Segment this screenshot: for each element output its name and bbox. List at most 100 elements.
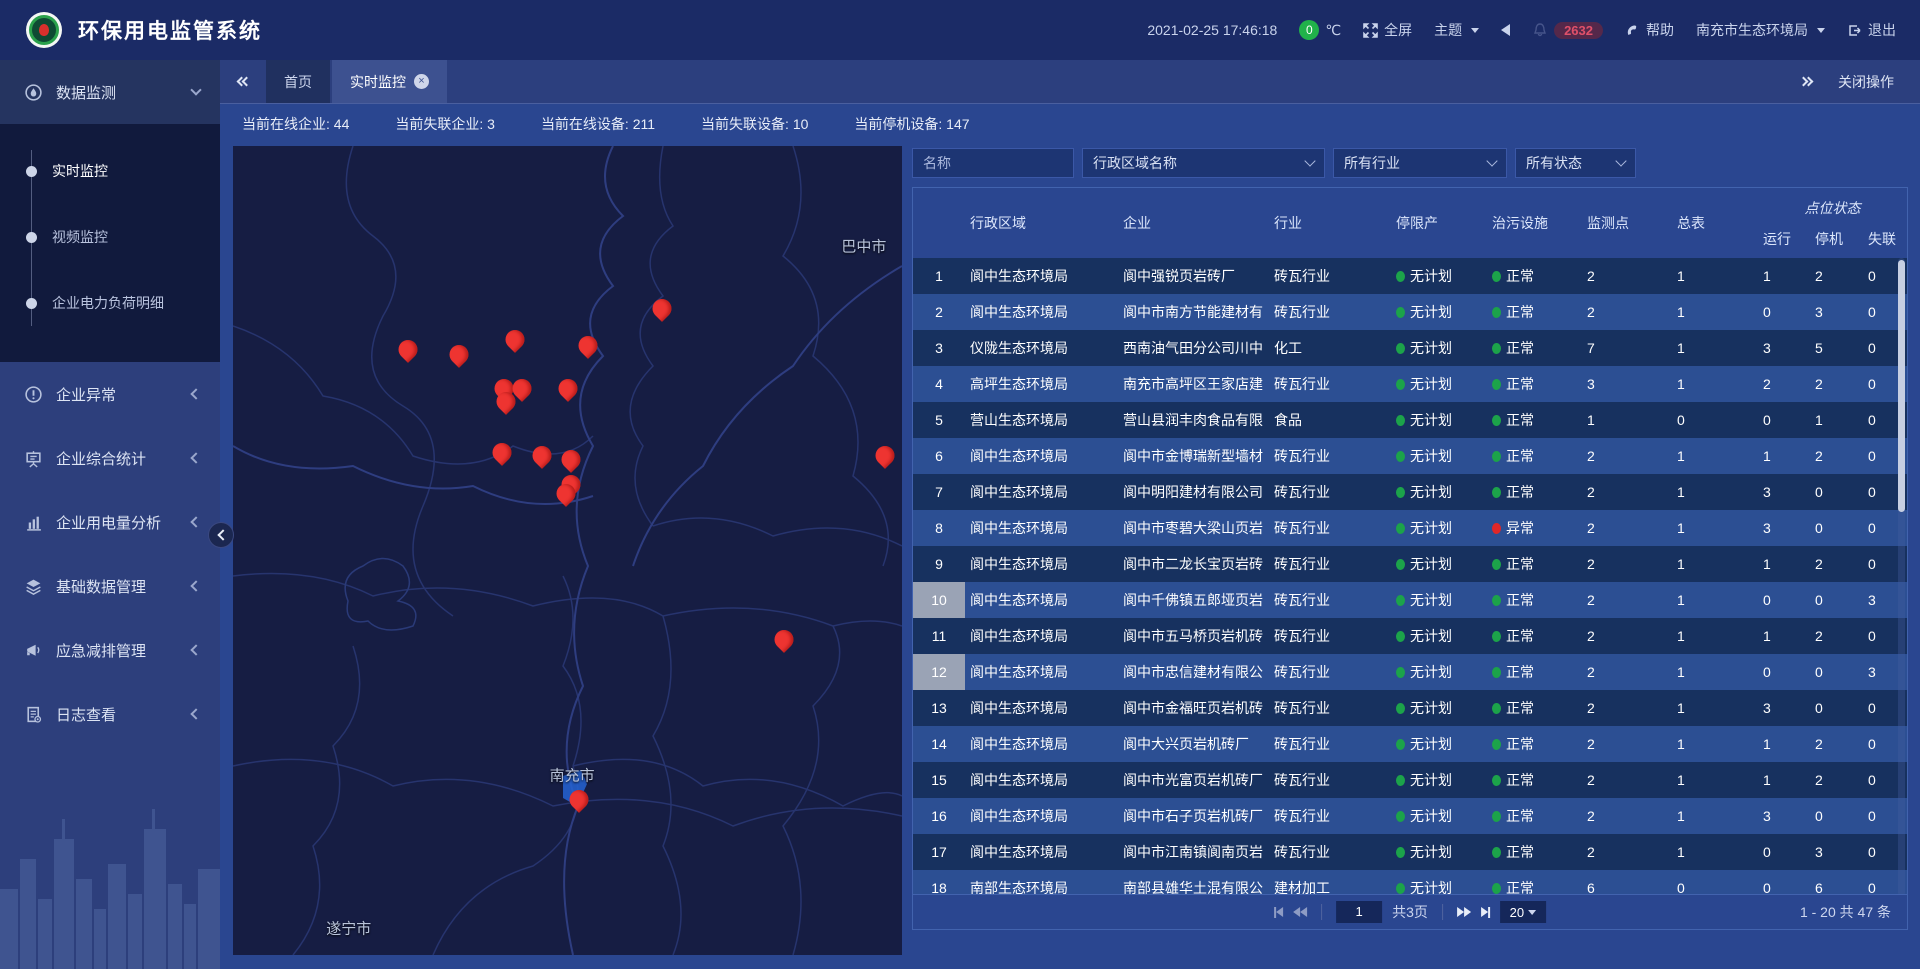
cell-region: 阆中生态环境局 [965, 842, 1118, 862]
sidebar-item-2[interactable]: 企业综合统计 [0, 426, 220, 490]
tab-1[interactable]: 实时监控× [332, 60, 447, 103]
status-dot-icon [1396, 271, 1405, 282]
fullscreen-button[interactable]: 全屏 [1363, 20, 1412, 40]
table-row[interactable]: 10阆中生态环境局阆中千佛镇五郎垭页岩砖瓦行业无计划正常21003 [913, 582, 1907, 618]
cell-monitor-count: 2 [1582, 556, 1672, 572]
cell-industry: 砖瓦行业 [1269, 626, 1391, 646]
table-scrollbar[interactable] [1898, 258, 1905, 896]
column-header-production: 停限产 [1391, 188, 1487, 258]
cell-monitor-count: 2 [1582, 808, 1672, 824]
status-dot-icon [1396, 343, 1405, 354]
cell-running-count: 0 [1758, 844, 1810, 860]
cell-production-status: 无计划 [1391, 410, 1487, 430]
sidebar-subitem-1[interactable]: 视频监控 [0, 204, 220, 270]
sidebar-item-1[interactable]: 企业异常 [0, 362, 220, 426]
cell-running-count: 1 [1758, 736, 1810, 752]
bell-icon [1532, 22, 1548, 38]
industry-select-value: 所有行业 [1344, 153, 1400, 173]
region-select[interactable]: 行政区域名称 [1082, 148, 1325, 178]
table-row[interactable]: 14阆中生态环境局阆中大兴页岩机砖厂砖瓦行业无计划正常21120 [913, 726, 1907, 762]
logout-label: 退出 [1868, 20, 1896, 40]
cell-stopped-count: 0 [1810, 520, 1863, 536]
table-row[interactable]: 1阆中生态环境局阆中强锐页岩砖厂砖瓦行业无计划正常21120 [913, 258, 1907, 294]
table-row[interactable]: 3仪陇生态环境局西南油气田分公司川中化工无计划正常71350 [913, 330, 1907, 366]
column-header-running: 运行 [1758, 220, 1810, 258]
help-button[interactable]: 帮助 [1625, 20, 1674, 40]
table-row[interactable]: 4高坪生态环境局南充市高坪区王家店建砖瓦行业无计划正常31220 [913, 366, 1907, 402]
tab-close-icon[interactable]: × [414, 74, 429, 89]
status-select[interactable]: 所有状态 [1515, 148, 1636, 178]
cell-production-status: 无计划 [1391, 446, 1487, 466]
cell-industry: 砖瓦行业 [1269, 806, 1391, 826]
cell-region: 阆中生态环境局 [965, 266, 1118, 286]
sidebar-item-3[interactable]: 企业用电量分析 [0, 490, 220, 554]
status-dot-icon [1492, 667, 1501, 678]
map-canvas[interactable]: 巴中市南充市遂宁市 [233, 146, 902, 955]
status-dot-icon [1492, 559, 1501, 570]
double-chevron-right-icon[interactable] [1802, 78, 1812, 85]
chevron-down-icon [190, 84, 201, 95]
table-row[interactable]: 13阆中生态环境局阆中市金福旺页岩机砖砖瓦行业无计划正常21300 [913, 690, 1907, 726]
sidebar-collapse-handle[interactable] [208, 522, 234, 548]
status-dot-icon [1396, 379, 1405, 390]
table-row[interactable]: 18南部生态环境局南部县雄华土混有限公建材加工无计划正常60060 [913, 870, 1907, 896]
cell-region: 阆中生态环境局 [965, 626, 1118, 646]
mute-button[interactable] [1501, 24, 1510, 36]
industry-select[interactable]: 所有行业 [1333, 148, 1507, 178]
scrollbar-thumb[interactable] [1898, 260, 1905, 512]
cell-monitor-count: 2 [1582, 628, 1672, 644]
status-dot-icon [1396, 631, 1405, 642]
first-page-button[interactable] [1274, 907, 1283, 918]
cell-industry: 砖瓦行业 [1269, 842, 1391, 862]
page-size-select[interactable]: 20 [1500, 901, 1546, 923]
table-row[interactable]: 8阆中生态环境局阆中市枣碧大梁山页岩砖瓦行业无计划异常21300 [913, 510, 1907, 546]
sidebar-item-0[interactable]: 数据监测 [0, 60, 220, 124]
table-row[interactable]: 7阆中生态环境局阆中明阳建材有限公司砖瓦行业无计划正常21300 [913, 474, 1907, 510]
last-page-button[interactable] [1481, 907, 1490, 918]
cell-index: 6 [913, 438, 965, 474]
org-dropdown[interactable]: 南充市生态环境局 [1696, 20, 1825, 40]
cell-monitor-count: 2 [1582, 844, 1672, 860]
sidebar-item-5[interactable]: 应急减排管理 [0, 618, 220, 682]
sidebar-subitem-0[interactable]: 实时监控 [0, 138, 220, 204]
table-row[interactable]: 11阆中生态环境局阆中市五马桥页岩机砖砖瓦行业无计划正常21120 [913, 618, 1907, 654]
logout-button[interactable]: 退出 [1847, 20, 1896, 40]
table-row[interactable]: 2阆中生态环境局阆中市南方节能建材有砖瓦行业无计划正常21030 [913, 294, 1907, 330]
cell-production-status: 无计划 [1391, 482, 1487, 502]
cell-industry: 砖瓦行业 [1269, 266, 1391, 286]
chevron-down-icon [1528, 910, 1536, 915]
cell-index: 10 [913, 582, 965, 618]
chevron-left-icon [190, 708, 201, 719]
tab-0[interactable]: 首页 [266, 60, 330, 103]
stats-bar: 当前在线企业: 44当前失联企业: 3当前在线设备: 211当前失联设备: 10… [220, 105, 1920, 142]
theme-dropdown[interactable]: 主题 [1434, 20, 1479, 40]
table-row[interactable]: 17阆中生态环境局阆中市江南镇阆南页岩砖瓦行业无计划正常21030 [913, 834, 1907, 870]
close-operations-button[interactable]: 关闭操作 [1838, 72, 1894, 92]
name-search-input[interactable] [912, 148, 1074, 178]
table-row[interactable]: 16阆中生态环境局阆中市石子页岩机砖厂砖瓦行业无计划正常21300 [913, 798, 1907, 834]
table-row[interactable]: 5营山生态环境局营山县润丰肉食品有限食品无计划正常10010 [913, 402, 1907, 438]
table-row[interactable]: 15阆中生态环境局阆中市光富页岩机砖厂砖瓦行业无计划正常21120 [913, 762, 1907, 798]
notifications[interactable]: 2632 [1532, 22, 1603, 39]
cell-monitor-count: 2 [1582, 772, 1672, 788]
cell-running-count: 3 [1758, 808, 1810, 824]
cell-monitor-count: 2 [1582, 448, 1672, 464]
table-row[interactable]: 9阆中生态环境局阆中市二龙长宝页岩砖砖瓦行业无计划正常21120 [913, 546, 1907, 582]
sidebar-item-4[interactable]: 基础数据管理 [0, 554, 220, 618]
page-size-value: 20 [1510, 905, 1524, 920]
cell-meter-count: 1 [1672, 556, 1758, 572]
next-page-button[interactable] [1457, 907, 1471, 917]
table-row[interactable]: 6阆中生态环境局阆中市金博瑞新型墙材砖瓦行业无计划正常21120 [913, 438, 1907, 474]
cell-running-count: 0 [1758, 304, 1810, 320]
column-header-enterprise: 企业 [1118, 188, 1269, 258]
prev-page-button[interactable] [1293, 907, 1307, 917]
skyline-decoration [0, 779, 220, 969]
sidebar-item-6[interactable]: 日志查看 [0, 682, 220, 746]
tabs-scroll-left-button[interactable] [220, 60, 266, 103]
sidebar-subitem-2[interactable]: 企业电力负荷明细 [0, 270, 220, 336]
page-number-input[interactable]: 1 [1336, 901, 1382, 923]
cell-production-status: 无计划 [1391, 626, 1487, 646]
cell-enterprise: 阆中明阳建材有限公司 [1118, 482, 1269, 502]
status-dot-icon [1396, 595, 1405, 606]
table-row[interactable]: 12阆中生态环境局阆中市忠信建材有限公砖瓦行业无计划正常21003 [913, 654, 1907, 690]
